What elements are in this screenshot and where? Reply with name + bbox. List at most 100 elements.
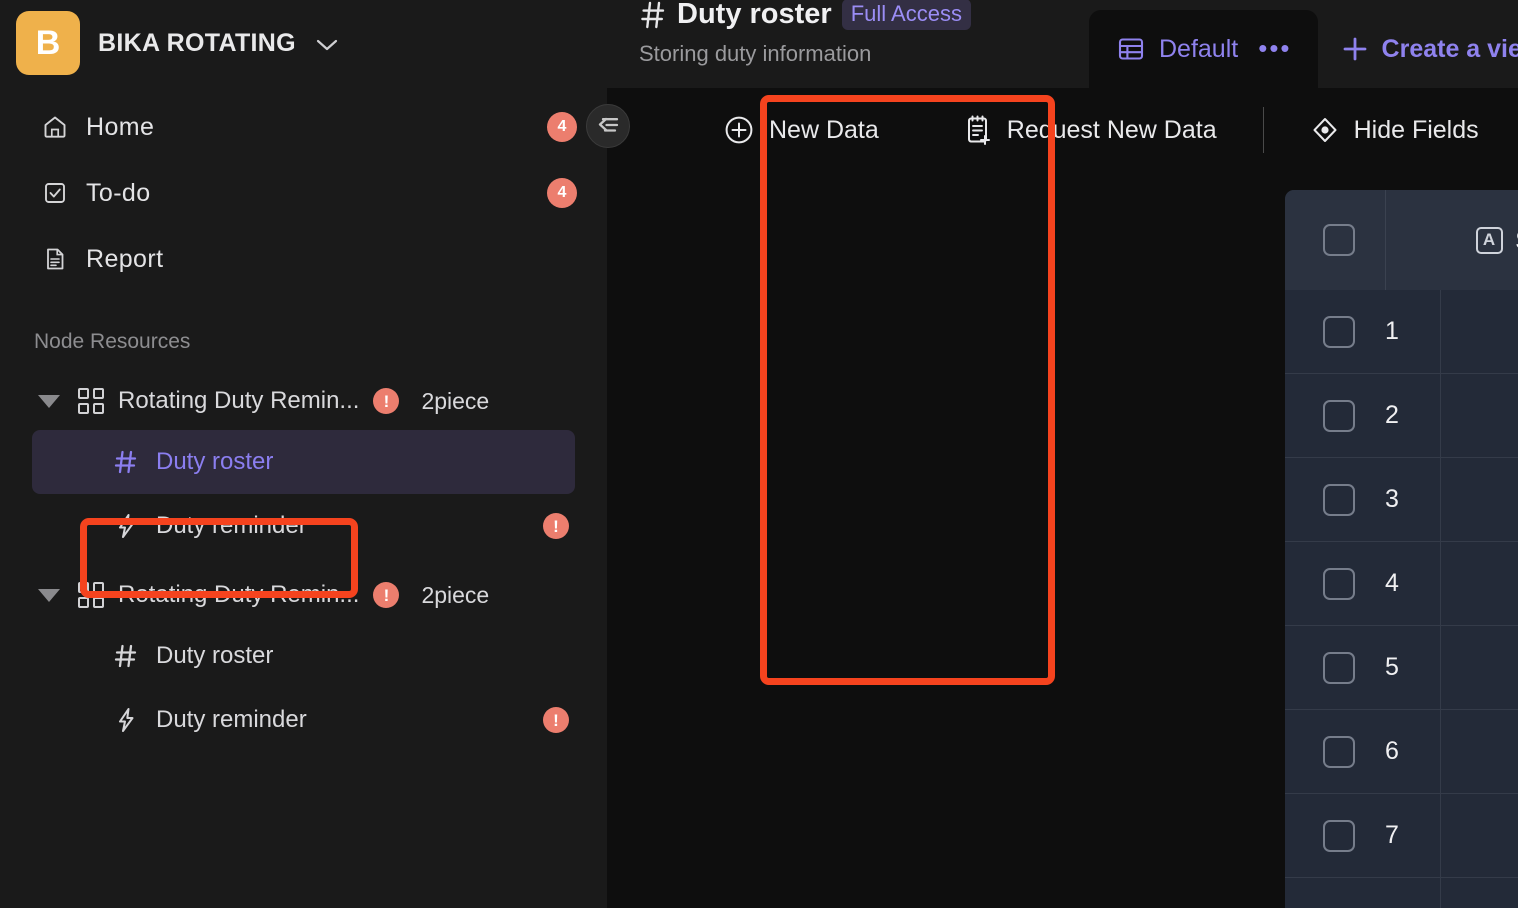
hash-icon	[112, 448, 140, 476]
row-checkbox[interactable]	[1323, 399, 1355, 432]
request-new-data-button[interactable]: Request New Data	[935, 103, 1245, 157]
text-field-icon: A	[1475, 226, 1503, 254]
create-view-button[interactable]: Create a vie	[1318, 10, 1518, 88]
sidebar-item-duty-roster-selected[interactable]: Duty roster	[32, 430, 575, 494]
hide-fields-label: Hide Fields	[1353, 115, 1479, 144]
column-header-staff-on-duty[interactable]: A Staff on duty	[1385, 190, 1518, 290]
sidebar-item-duty-roster-2[interactable]: Duty roster	[0, 624, 607, 688]
hash-icon	[639, 0, 667, 30]
lightning-icon	[112, 512, 140, 540]
title-block: Duty roster Full Access Storing duty inf…	[607, 0, 971, 67]
table-row[interactable]: 2 Frank	[1285, 374, 1518, 458]
row-index: 6	[1385, 737, 1399, 765]
row-checkbox[interactable]	[1323, 483, 1355, 516]
row-index: 5	[1385, 653, 1399, 681]
page-title-row: Duty roster Full Access	[639, 0, 971, 31]
table-row[interactable]: 1 Grace	[1285, 290, 1518, 374]
filter-button[interactable]	[1507, 103, 1518, 157]
cell-staff-on-duty[interactable]: Frank	[1440, 374, 1518, 457]
section-title-node-resources: Node Resources	[34, 330, 191, 353]
sidebar-item-duty-reminder-2[interactable]: Duty reminder !	[0, 688, 607, 752]
cell-staff-on-duty[interactable]	[1440, 878, 1518, 908]
sidebar-item-duty-reminder[interactable]: Duty reminder !	[0, 494, 607, 558]
warning-icon: !	[543, 707, 569, 733]
cell-staff-on-duty[interactable]: David	[1440, 542, 1518, 625]
sidebar-item-label: Duty roster	[156, 642, 274, 669]
row-checkbox[interactable]	[1323, 819, 1355, 852]
caret-down-icon[interactable]	[38, 588, 60, 602]
tree-group-count: 2piece	[421, 581, 490, 608]
row-select-cell[interactable]	[1285, 399, 1385, 432]
row-checkbox[interactable]	[1323, 651, 1355, 684]
table-row-partial[interactable]	[1285, 878, 1518, 908]
tree-group-header-1[interactable]: Rotating Duty Remin... ! 2piece	[0, 372, 607, 430]
table-row[interactable]: 5 Charlie	[1285, 626, 1518, 710]
table-row[interactable]: 6 Bob	[1285, 710, 1518, 794]
hide-fields-button[interactable]: Hide Fields	[1282, 103, 1507, 157]
row-select-cell[interactable]	[1285, 567, 1385, 600]
tab-more-button[interactable]: •••	[1258, 36, 1291, 61]
chevron-down-icon[interactable]	[316, 38, 338, 52]
view-tabs: Default ••• Create a vie	[1089, 0, 1518, 88]
cell-staff-on-duty[interactable]: Alice	[1440, 794, 1518, 877]
table-row[interactable]: 3 Eve	[1285, 458, 1518, 542]
table-header-row: A Staff on duty	[1285, 190, 1518, 290]
row-select-cell[interactable]	[1285, 483, 1385, 516]
table-row[interactable]: 7 Alice	[1285, 794, 1518, 878]
access-badge: Full Access	[841, 0, 971, 31]
tree-group-2: Rotating Duty Remin... ! 2piece Duty ros…	[0, 566, 607, 752]
data-grid-inner: A Staff on duty 1 Grace 2 Frank 3 Eve 4 David 5 C…	[1285, 190, 1518, 908]
tree-group-header-2[interactable]: Rotating Duty Remin... ! 2piece	[0, 566, 607, 624]
row-select-cell[interactable]	[1285, 315, 1385, 348]
warning-icon: !	[373, 388, 400, 414]
row-index: 1	[1385, 317, 1399, 345]
select-all-checkbox[interactable]	[1323, 224, 1355, 256]
app-root: B BIKA ROTATING Home 4 To-do 4 Report No…	[0, 0, 1518, 908]
row-index: 7	[1385, 821, 1399, 849]
row-checkbox[interactable]	[1323, 735, 1355, 768]
table-body: 1 Grace 2 Frank 3 Eve 4 David 5 Charlie 6 Bob 7 Alice	[1285, 290, 1518, 908]
sidebar-badge-home: 4	[547, 112, 577, 142]
tree-group-label: Rotating Duty Remin...	[118, 581, 360, 608]
sidebar-item-label: Duty reminder	[156, 512, 307, 539]
row-index: 4	[1385, 569, 1399, 597]
workspace-header[interactable]: B BIKA ROTATING	[0, 0, 607, 75]
sidebar-item-todo[interactable]: To-do 4	[0, 160, 607, 226]
workspace-name: BIKA ROTATING	[98, 28, 296, 57]
caret-down-icon[interactable]	[38, 394, 60, 408]
table-view-icon	[1117, 35, 1145, 63]
table-row[interactable]: 4 David	[1285, 542, 1518, 626]
collapse-sidebar-button[interactable]	[586, 104, 630, 148]
warning-icon: !	[543, 513, 569, 539]
sidebar-item-home[interactable]: Home 4	[0, 94, 607, 160]
row-select-cell[interactable]	[1285, 819, 1385, 852]
tree-group-1: Rotating Duty Remin... ! 2piece Duty ros…	[0, 372, 607, 558]
hash-icon	[112, 642, 140, 670]
checkbox-icon	[42, 180, 68, 206]
plus-circle-icon	[723, 114, 755, 146]
tree-group-label: Rotating Duty Remin...	[118, 387, 360, 414]
row-select-cell[interactable]	[1285, 651, 1385, 684]
cell-staff-on-duty[interactable]: Grace	[1440, 290, 1518, 373]
toolbar-divider	[1262, 107, 1264, 153]
request-data-icon	[963, 114, 993, 146]
cell-staff-on-duty[interactable]: Bob	[1440, 710, 1518, 793]
tab-default[interactable]: Default •••	[1089, 10, 1318, 88]
sidebar-badge-todo: 4	[547, 178, 577, 208]
select-all-cell[interactable]	[1285, 224, 1385, 256]
sidebar-item-label: Home	[86, 112, 155, 141]
row-index: 3	[1385, 485, 1399, 513]
lightning-icon	[112, 706, 140, 734]
cell-staff-on-duty[interactable]: Eve	[1440, 458, 1518, 541]
cell-staff-on-duty[interactable]: Charlie	[1440, 626, 1518, 709]
sidebar-item-report[interactable]: Report	[0, 226, 607, 292]
new-data-label: New Data	[769, 115, 879, 144]
row-checkbox[interactable]	[1323, 315, 1355, 348]
row-checkbox[interactable]	[1323, 567, 1355, 600]
grid-icon	[78, 582, 104, 608]
row-index: 2	[1385, 401, 1399, 429]
page-subtitle: Storing duty information	[639, 41, 872, 66]
row-select-cell[interactable]	[1285, 735, 1385, 768]
new-data-button[interactable]: New Data	[695, 103, 907, 157]
warning-icon: !	[373, 582, 400, 608]
